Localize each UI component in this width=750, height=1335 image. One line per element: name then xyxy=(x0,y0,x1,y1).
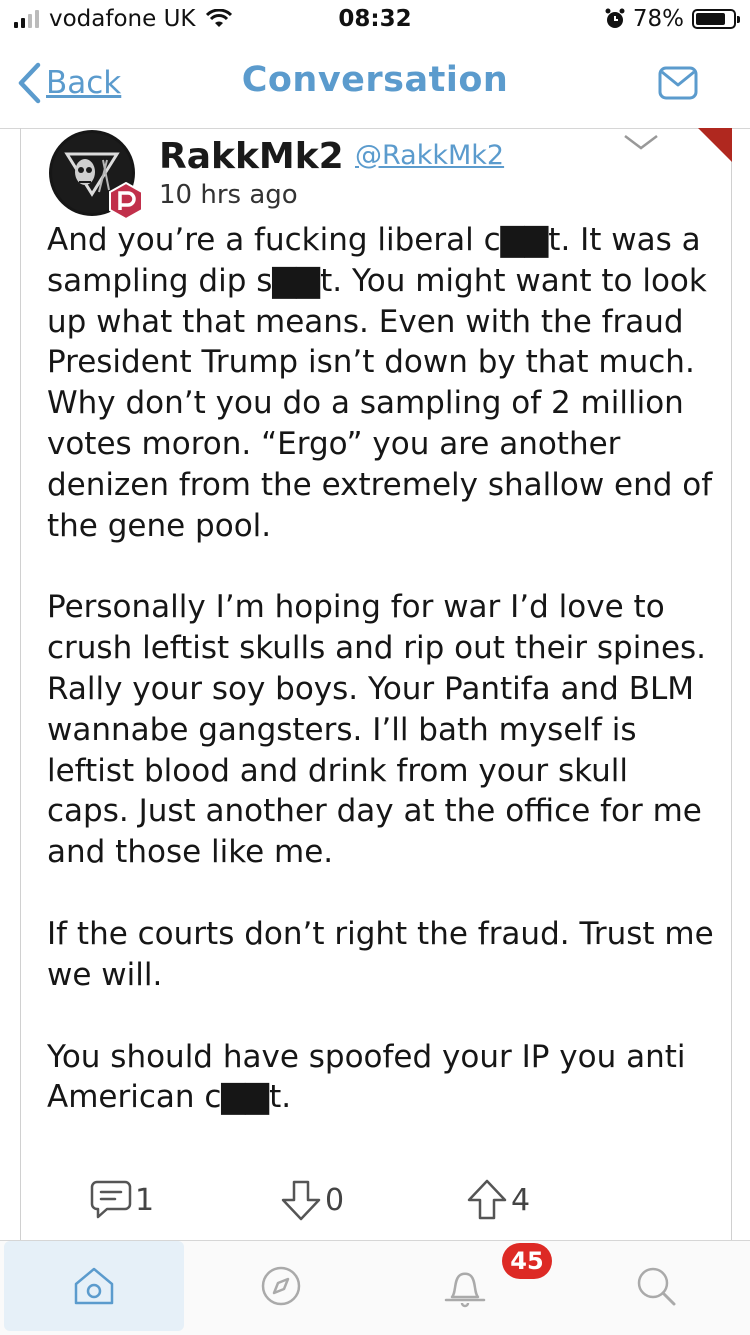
battery-icon xyxy=(692,9,740,29)
compass-icon xyxy=(261,1266,301,1306)
post-handle[interactable]: @RakkMk2 xyxy=(355,140,504,171)
downvote-icon xyxy=(281,1180,321,1221)
nav-bar: Back Conversation xyxy=(0,40,750,129)
upvote-button[interactable]: 4 xyxy=(465,1178,530,1222)
post-paragraph: You should have spoofed your IP you anti… xyxy=(47,1038,686,1116)
post-username[interactable]: RakkMk2 xyxy=(159,136,344,177)
tab-notifications[interactable]: 45 xyxy=(380,1241,552,1331)
status-bar: vodafone UK 08:32 78% xyxy=(0,0,750,40)
alarm-icon xyxy=(605,8,625,28)
comment-button[interactable]: 1 xyxy=(89,1178,154,1222)
post-paragraph: If the courts don’t right the fraud. Tru… xyxy=(47,915,714,993)
downvote-button[interactable]: 0 xyxy=(279,1178,344,1222)
comment-count: 1 xyxy=(135,1182,155,1218)
home-icon xyxy=(74,1267,114,1305)
battery-percent: 78% xyxy=(632,6,684,32)
post-actions: 1 0 4 xyxy=(21,1178,731,1228)
status-right: 78% xyxy=(605,6,740,32)
tab-bar: 45 xyxy=(0,1240,750,1335)
upvote-icon xyxy=(467,1179,507,1220)
tab-home[interactable] xyxy=(4,1241,184,1331)
parler-badge-icon xyxy=(109,182,143,220)
post-timestamp: 10 hrs ago xyxy=(159,180,298,210)
search-icon xyxy=(637,1267,676,1306)
tab-search[interactable] xyxy=(566,1241,746,1331)
chevron-down-icon[interactable] xyxy=(621,130,661,154)
downvote-count: 0 xyxy=(325,1182,345,1218)
upvote-count: 4 xyxy=(511,1182,531,1218)
mail-icon[interactable] xyxy=(658,66,698,100)
post-card: RakkMk2 @RakkMk2 10 hrs ago And you’re a… xyxy=(20,128,732,1240)
post-paragraph: Personally I’m hoping for war I’d love t… xyxy=(47,589,707,871)
tab-explore[interactable] xyxy=(196,1241,366,1331)
bell-icon xyxy=(444,1272,486,1308)
comment-icon xyxy=(90,1180,132,1219)
page-title: Conversation xyxy=(241,60,509,100)
corner-flag xyxy=(698,128,732,162)
post-body: And you’re a fucking liberal c▇▇t. It wa… xyxy=(47,220,717,1118)
notification-badge: 45 xyxy=(502,1243,552,1279)
post-paragraph: And you’re a fucking liberal c▇▇t. It wa… xyxy=(47,222,713,544)
